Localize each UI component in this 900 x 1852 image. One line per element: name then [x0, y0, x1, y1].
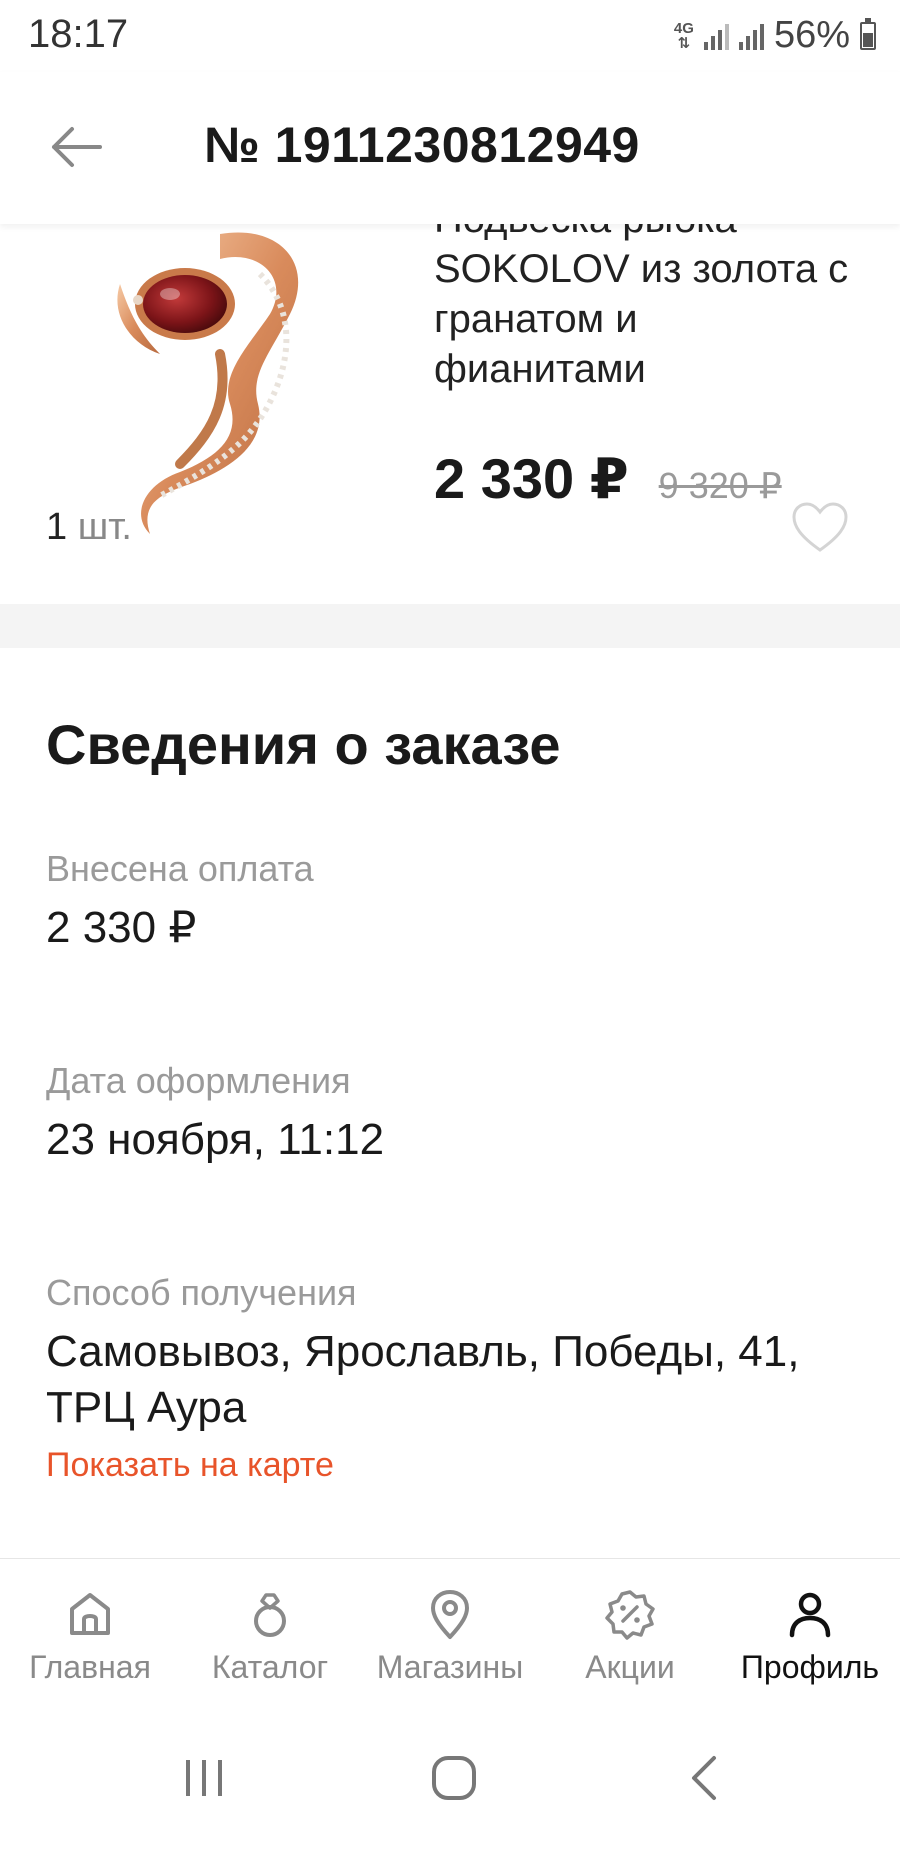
quantity: 1 шт. — [46, 506, 132, 549]
section-title: Сведения о заказе — [46, 713, 561, 776]
system-back-button[interactable] — [676, 1748, 736, 1808]
section-divider — [0, 604, 900, 648]
status-bar: 18:17 4G ⇅ 56% — [0, 0, 900, 72]
delivery-value: Самовывоз, Ярославль, Победы, 41, ТРЦ Ау… — [46, 1327, 800, 1432]
arrow-left-icon — [52, 127, 102, 167]
nav-label: Акции — [585, 1649, 675, 1685]
home-icon — [70, 1593, 110, 1635]
home-square-icon — [432, 1756, 476, 1800]
order-number-title: № 1911230812949 — [204, 117, 640, 173]
battery-icon — [860, 17, 876, 50]
nav-item-stores[interactable]: Магазины — [360, 1559, 540, 1698]
price-row: 2 330 ₽ 9 320 ₽ — [434, 446, 782, 512]
nav-label: Главная — [29, 1649, 151, 1685]
payment-label: Внесена оплата — [46, 848, 314, 889]
price-old: 9 320 ₽ — [658, 465, 782, 506]
favorite-button[interactable] — [790, 500, 850, 556]
battery-percent: 56% — [773, 14, 850, 56]
date-field: Дата оформления 23 ноября, 11:12 — [46, 1060, 866, 1168]
battery-fill — [863, 33, 873, 47]
bottom-nav: Главная Каталог Магазины Акции Профиль — [0, 1558, 900, 1698]
data-arrows-icon: ⇅ — [677, 34, 691, 52]
status-time: 18:17 — [28, 12, 129, 56]
map-pin-icon — [431, 1590, 469, 1639]
heart-outline-icon — [792, 502, 848, 552]
nav-item-home[interactable]: Главная — [0, 1559, 180, 1698]
top-app-bar: № 1911230812949 — [0, 72, 900, 224]
payment-value: 2 330 ₽ — [46, 903, 197, 952]
system-nav-bar — [0, 1698, 900, 1852]
signal-icon — [703, 22, 729, 50]
recent-apps-icon — [186, 1760, 222, 1796]
nav-item-promotions[interactable]: Акции — [540, 1559, 720, 1698]
nav-label: Профиль — [740, 1649, 880, 1685]
network-icon: 4G ⇅ — [674, 21, 694, 51]
back-button[interactable] — [46, 122, 106, 172]
delivery-field: Способ получения Самовывоз, Ярославль, П… — [46, 1272, 866, 1485]
product-name[interactable]: Подвеска рыбка SOKOLOV из золота с грана… — [434, 224, 854, 394]
chevron-left-icon — [692, 1756, 716, 1800]
delivery-label: Способ получения — [46, 1272, 357, 1313]
quantity-unit: шт. — [77, 506, 132, 548]
nav-item-catalog[interactable]: Каталог — [180, 1559, 360, 1698]
network-type: 4G — [673, 19, 694, 37]
product-card[interactable]: Подвеска рыбка SOKOLOV из золота с грана… — [0, 224, 900, 604]
nav-label: Каталог — [211, 1649, 329, 1685]
discount-badge-icon — [605, 1590, 655, 1640]
payment-field: Внесена оплата 2 330 ₽ — [46, 848, 866, 956]
recent-apps-button[interactable] — [174, 1748, 234, 1808]
nav-label: Магазины — [376, 1649, 524, 1685]
product-image[interactable] — [100, 224, 340, 604]
status-indicators: 4G ⇅ 56% — [674, 14, 876, 57]
quantity-value: 1 — [46, 506, 68, 548]
signal-icon-2 — [738, 22, 764, 50]
date-value: 23 ноября, 11:12 — [46, 1115, 385, 1164]
price-current: 2 330 ₽ — [434, 447, 629, 510]
show-on-map-link[interactable]: Показать на карте — [46, 1446, 866, 1485]
order-details-section: Сведения о заказе Внесена оплата 2 330 ₽… — [0, 648, 900, 1558]
home-system-button[interactable] — [424, 1748, 484, 1808]
nav-item-profile[interactable]: Профиль — [720, 1559, 900, 1698]
date-label: Дата оформления — [46, 1060, 351, 1101]
user-icon — [789, 1592, 831, 1638]
ring-icon — [254, 1593, 286, 1637]
